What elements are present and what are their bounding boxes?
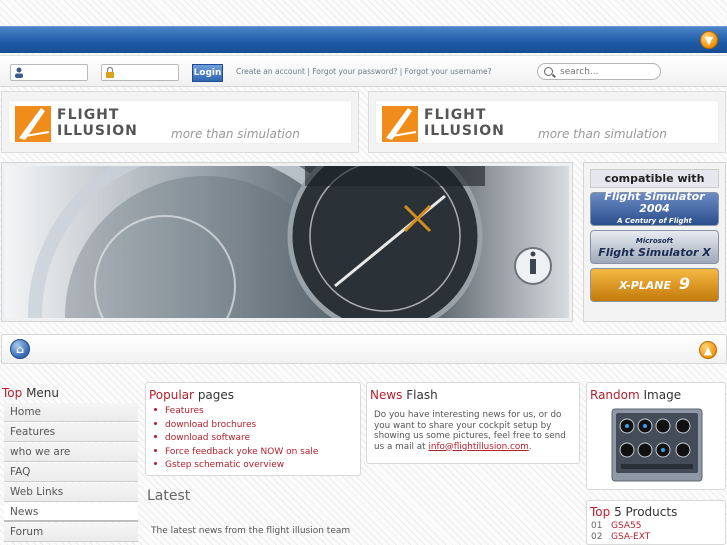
account-links: Create an account | Forgot your password… (236, 67, 492, 76)
top-bar: ▼ (0, 26, 727, 53)
arrow-down-icon[interactable]: ▼ (700, 31, 718, 49)
top-menu-title: Top Menu (2, 386, 60, 400)
compatible-with-panel: compatible with Flight Simulator 2004 A … (583, 162, 726, 322)
popular-link[interactable]: download software (154, 433, 360, 447)
logo-name: FLIGHT ILLUSION (57, 107, 138, 139)
latest-title: Latest (147, 488, 191, 504)
list-item[interactable]: 01 GSA55 (587, 521, 725, 532)
menu-item-web-links[interactable]: Web Links (4, 483, 138, 502)
search-box[interactable] (537, 63, 661, 80)
top-menu: Top Menu Home Features who we are FAQ We… (2, 382, 140, 543)
top-products-title: Top 5 Products (590, 505, 678, 519)
list-item[interactable]: 02 GSA-EXT (587, 532, 725, 543)
popular-list: Features download brochures download sof… (146, 406, 360, 474)
instrument-panel-image[interactable] (611, 408, 703, 482)
popular-link[interactable]: Gstep schematic overview (154, 460, 360, 474)
username-input[interactable] (10, 64, 88, 81)
home-icon[interactable]: ⌂ (10, 339, 30, 359)
separator: | (307, 67, 310, 76)
logo-tagline: more than simulation (538, 127, 667, 141)
email-link[interactable]: info@flightillusion.com (428, 442, 528, 452)
latest-text: The latest news from the flight illusion… (151, 526, 351, 536)
menu-item-who-we-are[interactable]: who we are (4, 443, 138, 462)
news-flash-panel: News Flash Do you have interesting news … (366, 382, 580, 464)
logo-name: FLIGHT ILLUSION (424, 107, 505, 139)
create-account-link[interactable]: Create an account (236, 67, 305, 76)
top-products-panel: Top 5 Products 01 GSA55 02 GSA-EXT (586, 500, 726, 545)
compatible-title: compatible with (590, 169, 719, 188)
fsx-badge[interactable]: Microsoft Flight Simulator X (590, 230, 719, 264)
popular-pages-panel: Popular pages Features download brochure… (145, 382, 361, 476)
search-input[interactable] (560, 65, 656, 78)
menu-item-faq[interactable]: FAQ (4, 463, 138, 482)
flight-illusion-logo-icon (15, 106, 51, 142)
logo-banner-right: FLIGHT ILLUSION more than simulation (368, 91, 726, 153)
menu-item-news[interactable]: News (4, 503, 138, 522)
menu-item-forum[interactable]: Forum (4, 523, 138, 542)
popular-title: Popular pages (149, 388, 235, 402)
login-button[interactable]: Login (192, 64, 223, 82)
fs2004-badge[interactable]: Flight Simulator 2004 A Century of Fligh… (590, 191, 719, 226)
login-bar: Login Create an account | Forgot your pa… (0, 55, 727, 87)
forgot-password-link[interactable]: Forgot your password? (312, 67, 397, 76)
flight-illusion-logo-icon (382, 106, 418, 142)
cockpit-gauges-image (5, 163, 569, 321)
menu-item-home[interactable]: Home (4, 403, 138, 422)
search-icon (544, 67, 553, 76)
forgot-username-link[interactable]: Forgot your username? (405, 67, 492, 76)
news-flash-body: Do you have interesting news for us, or … (374, 410, 566, 452)
logo-tagline: more than simulation (171, 127, 300, 141)
popular-link[interactable]: Features (154, 406, 360, 420)
popular-link[interactable]: Force feedback yoke NOW on sale (154, 447, 360, 461)
separator: | (399, 67, 403, 76)
hero-image (1, 162, 573, 322)
navigation-bar: ⌂ ▲ (1, 334, 727, 364)
random-image-title: Random Image (590, 388, 682, 402)
user-icon (15, 67, 23, 78)
logo-banner-left: FLIGHT ILLUSION more than simulation (1, 91, 359, 153)
news-flash-title: News Flash (370, 388, 438, 402)
menu-item-features[interactable]: Features (4, 423, 138, 442)
password-input[interactable] (101, 64, 179, 81)
lock-icon (106, 67, 114, 78)
random-image-panel: Random Image (586, 382, 726, 490)
arrow-up-icon[interactable]: ▲ (699, 341, 717, 359)
xplane9-badge[interactable]: X-PLANE 9 (590, 268, 719, 302)
popular-link[interactable]: download brochures (154, 420, 360, 434)
